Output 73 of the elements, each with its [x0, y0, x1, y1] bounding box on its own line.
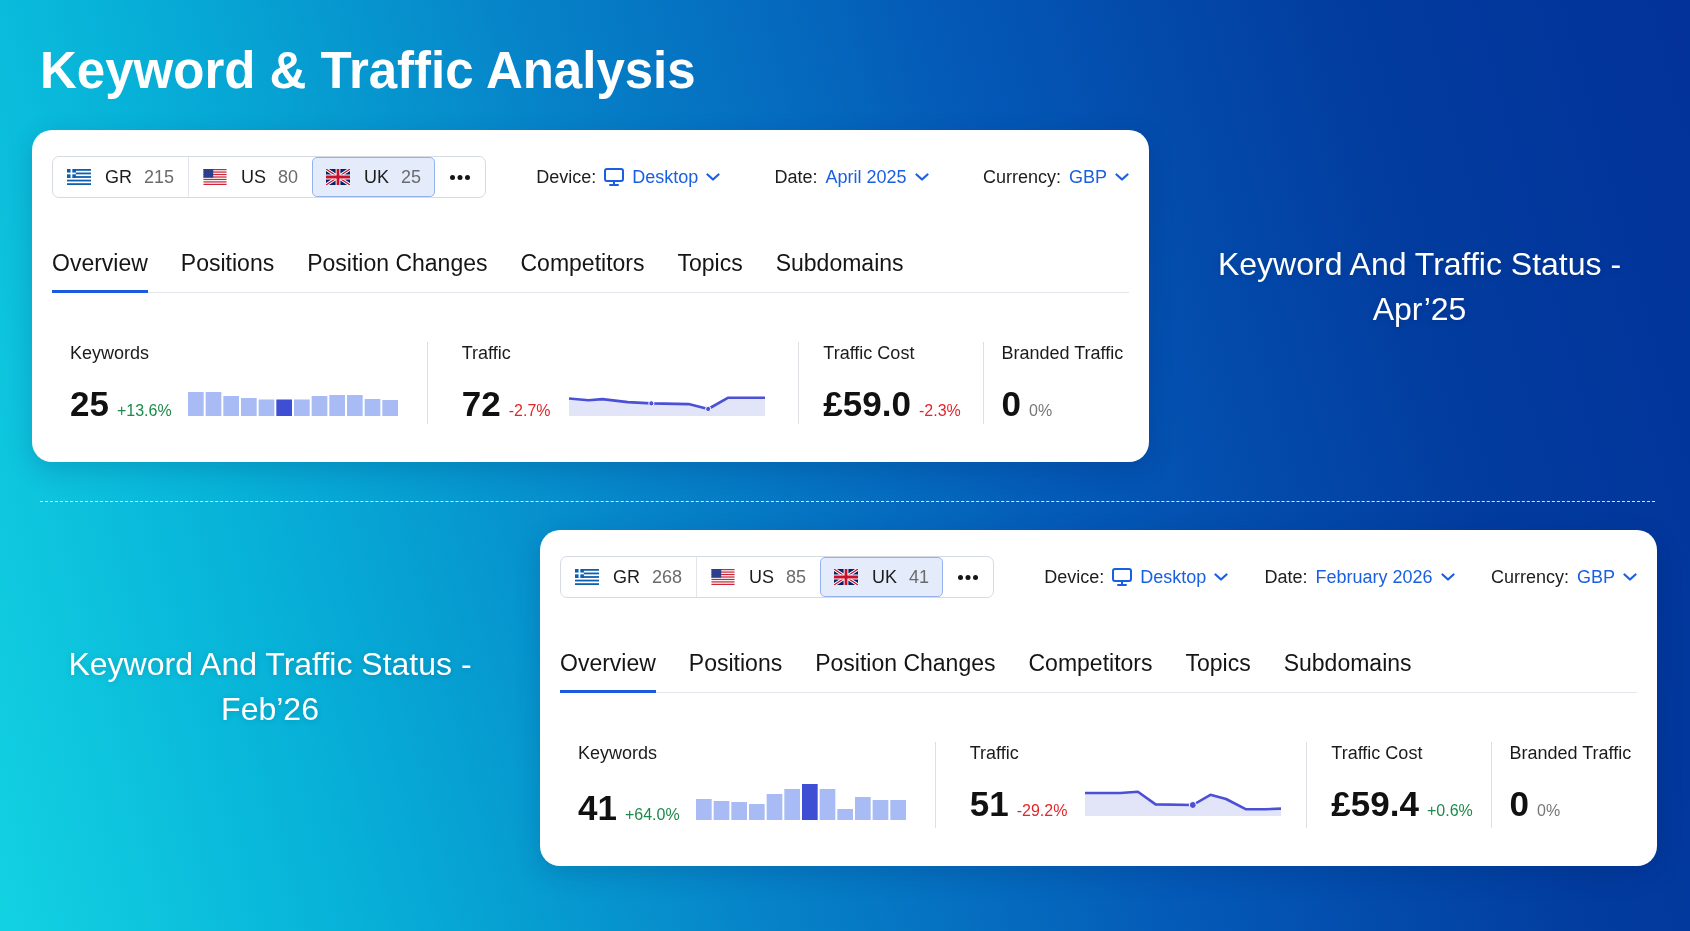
filter-dropdown[interactable]: GBP	[1068, 166, 1129, 188]
more-icon	[450, 174, 471, 180]
filter-label: Date:	[1264, 566, 1308, 588]
metric-value: 0	[1509, 784, 1529, 824]
monitor-icon	[604, 168, 625, 186]
metric-change: -2.3%	[918, 402, 961, 420]
page-title: Keyword & Traffic Analysis	[40, 42, 696, 100]
filter-label: Currency:	[1490, 566, 1569, 588]
metric-value: 25	[70, 384, 109, 424]
filter-dropdown[interactable]: April 2025	[825, 166, 929, 188]
chevron-down-icon	[1214, 573, 1229, 581]
tab[interactable]: Subdomains	[775, 240, 904, 293]
tab[interactable]: Position Changes	[815, 640, 996, 693]
chevron-down-icon	[1440, 573, 1455, 581]
metric-change: +64.0%	[624, 806, 680, 824]
filter-label: Device:	[536, 166, 597, 188]
status-caption: Keyword And Traffic Status - Feb’26	[67, 645, 473, 729]
uk-flag-icon	[326, 169, 351, 185]
tab[interactable]: Overview	[52, 240, 148, 293]
metric-label: Branded Traffic	[1509, 742, 1633, 764]
chevron-down-icon	[914, 173, 929, 181]
filter-dropdown[interactable]: Desktop	[1112, 566, 1229, 588]
tab[interactable]: Competitors	[1028, 640, 1153, 693]
filter-label: Currency:	[982, 166, 1061, 188]
uk-flag-icon	[834, 569, 859, 585]
filter-label: Date:	[774, 166, 818, 188]
metric-label: Keywords	[578, 742, 659, 764]
metric-change: -29.2%	[1016, 802, 1068, 820]
metric-change: -2.7%	[508, 402, 551, 420]
metric-value: £59.4	[1331, 784, 1419, 824]
metric-value: 0	[1001, 384, 1021, 424]
greek-flag-icon	[67, 169, 91, 185]
chevron-down-icon	[1623, 573, 1637, 581]
metric-change: +13.6%	[116, 402, 172, 420]
country-tab[interactable]: US 80	[189, 157, 313, 197]
tab[interactable]: Overview	[560, 640, 656, 693]
metric-label: Keywords	[70, 342, 151, 364]
chevron-down-icon	[1115, 173, 1129, 181]
us-flag-icon	[711, 569, 736, 585]
filter-dropdown[interactable]: Desktop	[604, 166, 721, 188]
metric-value: 51	[969, 784, 1009, 824]
metric-value: 72	[461, 384, 501, 424]
tab[interactable]: Topics	[1185, 640, 1251, 693]
monitor-icon	[1112, 568, 1133, 586]
tab[interactable]: Topics	[677, 240, 743, 293]
metric-change: +0.6%	[1426, 802, 1473, 820]
status-caption: Keyword And Traffic Status - Apr’25	[1216, 245, 1623, 329]
tab[interactable]: Position Changes	[307, 240, 488, 293]
tab[interactable]: Competitors	[520, 240, 645, 293]
metric-label: Branded Traffic	[1001, 342, 1125, 364]
filter-dropdown[interactable]: GBP	[1577, 566, 1637, 588]
metric-change: 0%	[1029, 402, 1053, 420]
country-tab[interactable]: US 85	[697, 557, 821, 597]
country-tab[interactable]: GR 215	[53, 157, 189, 197]
country-tab[interactable]: GR 268	[561, 557, 697, 597]
metric-label: Traffic	[461, 342, 512, 364]
filter-dropdown[interactable]: February 2026	[1315, 566, 1455, 588]
metric-label: Traffic	[969, 742, 1020, 764]
us-flag-icon	[203, 169, 228, 185]
metric-label: Traffic Cost	[823, 342, 916, 364]
metric-label: Traffic Cost	[1331, 742, 1424, 764]
tab[interactable]: Positions	[688, 640, 783, 693]
more-icon	[958, 574, 979, 580]
tab[interactable]: Subdomains	[1283, 640, 1412, 693]
metric-change: 0%	[1537, 802, 1561, 820]
country-tab[interactable]: UK 41	[820, 557, 944, 597]
country-tab[interactable]: UK 25	[312, 157, 436, 197]
chevron-down-icon	[706, 173, 721, 181]
greek-flag-icon	[575, 569, 599, 585]
metric-value: 41	[578, 788, 617, 828]
metric-value: £59.0	[823, 384, 911, 424]
tab[interactable]: Positions	[180, 240, 275, 293]
filter-label: Device:	[1044, 566, 1105, 588]
